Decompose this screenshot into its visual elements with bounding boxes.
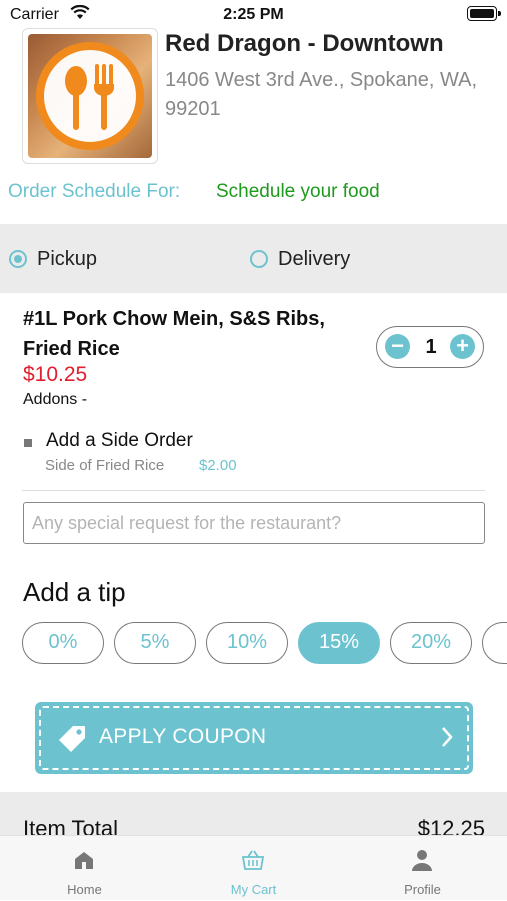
- tab-home[interactable]: Home: [0, 836, 169, 901]
- item-price: $10.25: [23, 363, 88, 386]
- delivery-radio[interactable]: [250, 250, 268, 268]
- schedule-label: Order Schedule For:: [8, 181, 181, 202]
- divider: [22, 490, 485, 491]
- special-request-input[interactable]: [23, 502, 485, 544]
- pickup-option[interactable]: Pickup: [9, 248, 119, 272]
- tab-my-cart-label: My Cart: [230, 882, 277, 897]
- tab-bar: Home My Cart Profile: [0, 835, 507, 900]
- home-icon: [75, 852, 93, 869]
- tip-title: Add a tip: [23, 577, 126, 607]
- chevron-right-icon: [442, 727, 453, 747]
- tip-option-15[interactable]: 15%: [298, 622, 380, 664]
- status-bar: Carrier 2:25 PM: [0, 0, 507, 30]
- tip-option-5[interactable]: 5%: [114, 622, 196, 664]
- tag-icon: [59, 726, 85, 752]
- plus-icon[interactable]: +: [450, 334, 475, 359]
- item-title: #1L Pork Chow Mein, S&S Ribs, Fried Rice: [23, 308, 325, 360]
- restaurant-address: 1406 West 3rd Ave., Spokane, WA, 99201: [165, 69, 478, 120]
- side-order-price: $2.00: [199, 457, 237, 474]
- addons-label: Addons -: [23, 391, 88, 408]
- tip-option-more[interactable]: [482, 622, 507, 664]
- restaurant-name: Red Dragon - Downtown: [165, 30, 444, 57]
- restaurant-logo-icon: [36, 42, 144, 150]
- pickup-radio[interactable]: [9, 250, 27, 268]
- pickup-label: Pickup: [37, 248, 98, 270]
- tab-profile-label: Profile: [404, 882, 441, 897]
- delivery-label: Delivery: [278, 248, 351, 270]
- side-order-title[interactable]: Add a Side Order: [46, 430, 193, 452]
- tip-option-10[interactable]: 10%: [206, 622, 288, 664]
- tab-my-cart[interactable]: My Cart: [169, 836, 338, 901]
- tip-option-0[interactable]: 0%: [22, 622, 104, 664]
- delivery-option[interactable]: Delivery: [250, 248, 370, 272]
- profile-icon: [412, 850, 432, 871]
- tip-option-20[interactable]: 20%: [390, 622, 472, 664]
- tab-home-label: Home: [67, 882, 102, 897]
- apply-coupon-label: APPLY COUPON: [99, 725, 267, 748]
- quantity-stepper: − 1 +: [376, 326, 484, 368]
- clock: 2:25 PM: [223, 6, 284, 23]
- schedule-link[interactable]: Schedule your food: [216, 181, 380, 203]
- tab-profile[interactable]: Profile: [338, 836, 507, 901]
- restaurant-logo: [22, 28, 158, 164]
- battery-icon: [467, 6, 501, 21]
- side-order-checkbox[interactable]: [24, 439, 32, 447]
- cart-icon: [241, 850, 265, 870]
- side-order-name: Side of Fried Rice: [45, 457, 165, 474]
- order-mode-selector: Pickup Delivery: [0, 224, 507, 293]
- apply-coupon-button[interactable]: APPLY COUPON: [35, 702, 473, 774]
